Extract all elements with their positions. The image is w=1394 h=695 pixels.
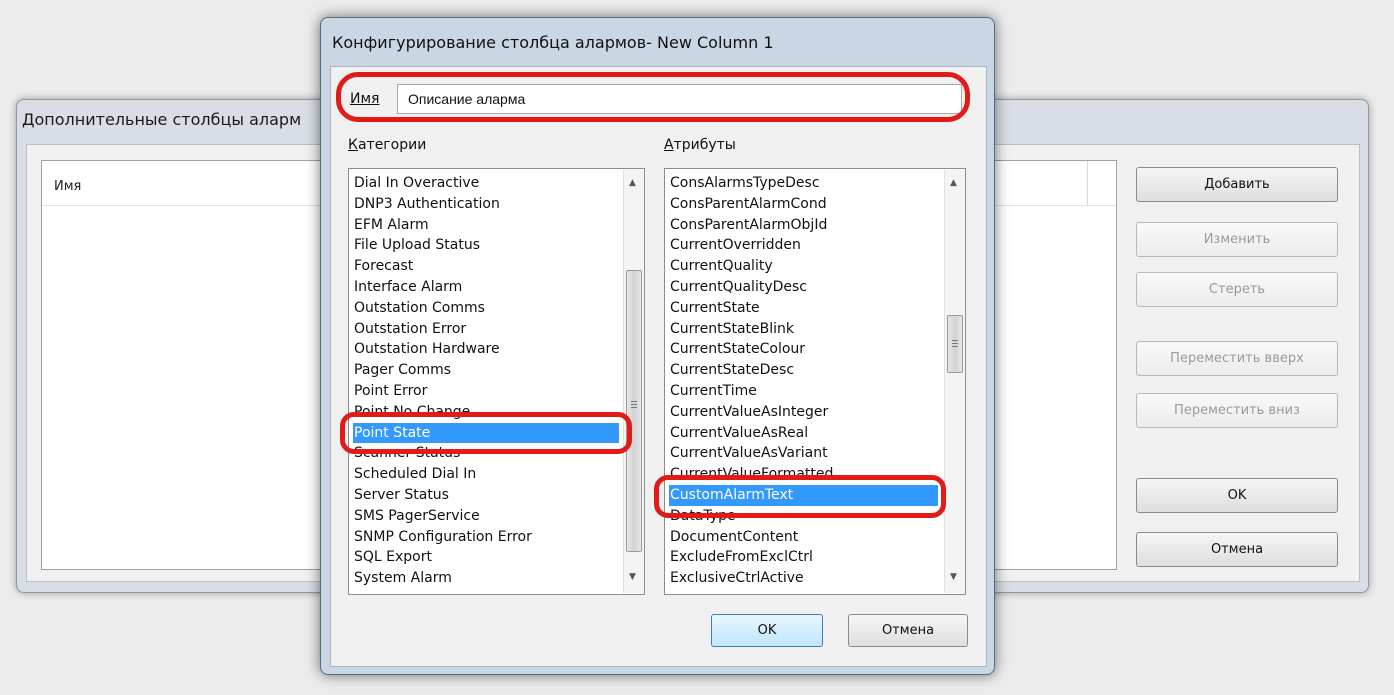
list-item[interactable]: Pager Comms [353, 360, 619, 381]
categories-scrollbar[interactable]: ▲ ▼ [623, 170, 644, 593]
column-header-name[interactable]: Имя [54, 179, 81, 194]
list-item[interactable]: Server Status [353, 485, 619, 506]
name-highlight-outline [336, 72, 970, 122]
list-item[interactable]: ConsParentAlarmObjId [669, 215, 938, 236]
list-item[interactable]: SQL Export [353, 547, 619, 568]
background-ok-button[interactable]: OK [1136, 478, 1338, 513]
list-item[interactable]: CurrentQuality [669, 256, 938, 277]
categories-label: Категории [348, 137, 427, 153]
list-item[interactable]: CurrentStateDesc [669, 360, 938, 381]
ok-button[interactable]: OK [711, 614, 823, 647]
cancel-button[interactable]: Отмена [848, 614, 968, 647]
list-item[interactable]: CurrentValueAsInteger [669, 402, 938, 423]
list-item[interactable]: ConsParentAlarmCond [669, 194, 938, 215]
attributes-label: Атрибуты [664, 137, 736, 153]
list-item[interactable]: DNP3 Authentication [353, 194, 619, 215]
background-cancel-button[interactable]: Отмена [1136, 532, 1338, 567]
list-item[interactable]: CurrentOverridden [669, 235, 938, 256]
scroll-down-arrow-icon[interactable]: ▼ [950, 572, 957, 582]
category-highlight-outline [340, 412, 632, 454]
list-item[interactable]: CurrentStateColour [669, 339, 938, 360]
attribute-highlight-outline [654, 475, 946, 518]
list-item[interactable]: Outstation Hardware [353, 339, 619, 360]
list-item[interactable]: Outstation Comms [353, 298, 619, 319]
list-item[interactable]: Outstation Error [353, 319, 619, 340]
list-item[interactable]: Interface Alarm [353, 277, 619, 298]
list-item[interactable]: CurrentState [669, 298, 938, 319]
list-item[interactable]: ConsAlarmsTypeDesc [669, 173, 938, 194]
list-item[interactable]: Scheduled Dial In [353, 464, 619, 485]
list-item[interactable]: CurrentTime [669, 381, 938, 402]
list-item[interactable]: ExcludeFromExclCtrl [669, 547, 938, 568]
move-up-button[interactable]: Переместить вверх [1136, 341, 1338, 376]
attributes-scrollbar[interactable]: ▲ ▼ [944, 170, 965, 593]
scroll-up-arrow-icon[interactable]: ▲ [950, 178, 957, 188]
categories-items: Dial In Overactive DNP3 Authentication EFM… [353, 173, 619, 589]
list-item[interactable]: File Upload Status [353, 235, 619, 256]
categories-scroll-thumb[interactable] [626, 270, 642, 552]
list-item[interactable]: System Alarm [353, 568, 619, 589]
list-item[interactable]: ExclusiveCtrlActive [669, 568, 938, 589]
attributes-items: ConsAlarmsTypeDesc ConsParentAlarmCond Con… [669, 173, 938, 589]
dialog-title: Конфигурирование столбца алармов- New Co… [332, 33, 774, 52]
background-dialog-title: Дополнительные столбцы аларм [22, 110, 302, 129]
delete-button[interactable]: Стереть [1136, 272, 1338, 307]
list-item[interactable]: CurrentValueAsVariant [669, 443, 938, 464]
scroll-up-arrow-icon[interactable]: ▲ [629, 178, 636, 188]
attributes-listbox[interactable]: ConsAlarmsTypeDesc ConsParentAlarmCond Con… [664, 168, 966, 595]
attributes-scroll-thumb[interactable] [947, 315, 963, 373]
list-item[interactable]: Forecast [353, 256, 619, 277]
list-item[interactable]: CurrentValueAsReal [669, 423, 938, 444]
edit-button[interactable]: Изменить [1136, 222, 1338, 257]
column-header-divider[interactable] [1087, 161, 1088, 205]
list-item[interactable]: Point Error [353, 381, 619, 402]
list-item[interactable]: SNMP Configuration Error [353, 527, 619, 548]
move-down-button[interactable]: Переместить вниз [1136, 393, 1338, 428]
list-item[interactable]: CurrentQualityDesc [669, 277, 938, 298]
add-button[interactable]: Добавить [1136, 167, 1338, 202]
list-item[interactable]: CurrentStateBlink [669, 319, 938, 340]
categories-listbox[interactable]: Dial In Overactive DNP3 Authentication EFM… [348, 168, 645, 595]
list-item[interactable]: DocumentContent [669, 527, 938, 548]
list-item[interactable]: EFM Alarm [353, 215, 619, 236]
list-item[interactable]: Dial In Overactive [353, 173, 619, 194]
scroll-down-arrow-icon[interactable]: ▼ [629, 572, 636, 582]
list-item[interactable]: SMS PagerService [353, 506, 619, 527]
